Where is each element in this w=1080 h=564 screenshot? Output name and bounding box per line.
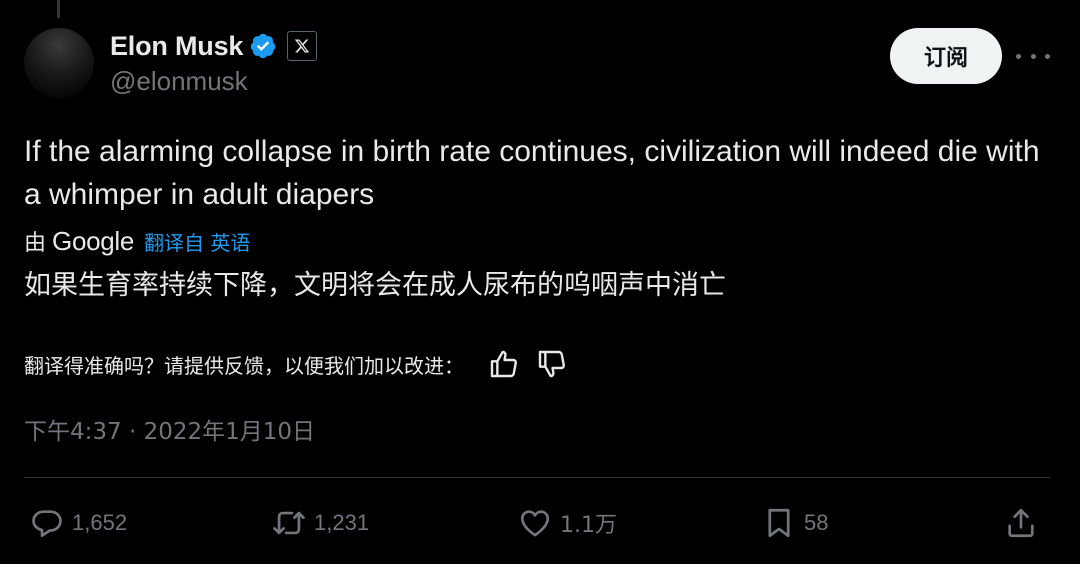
thumbs-up-icon[interactable] [488,348,520,380]
repost-icon [273,511,305,535]
translation-attribution: 由 Google 翻译自 英语 [24,224,250,258]
repost-button[interactable]: 1,231 [272,502,369,544]
subscribe-button[interactable]: 订阅 [890,28,1002,84]
share-button[interactable] [1004,502,1038,544]
thread-connector-line [57,0,60,18]
bookmark-icon [768,508,790,538]
like-button[interactable]: 1.1万 [518,502,617,544]
google-logo: Google [52,225,135,256]
thumbs-down-icon[interactable] [536,348,568,380]
translated-from-link[interactable]: 翻译自 英语 [144,227,250,256]
bookmark-count: 58 [804,510,829,535]
repost-count: 1,231 [314,510,370,535]
translated-by-label: 由 [24,231,47,256]
like-count: 1.1万 [560,513,617,538]
reply-button[interactable]: 1,652 [30,502,127,544]
tweet-timestamp[interactable]: 下午4:37 · 2022年1月10日 [24,412,315,446]
more-icon[interactable] [1016,46,1050,66]
reply-icon [32,510,62,537]
author-handle[interactable]: @elonmusk [110,66,248,97]
author-display-name[interactable]: Elon Musk [110,31,243,62]
avatar[interactable] [24,28,94,98]
translation-feedback: 翻译得准确吗？请提供反馈，以便我们加以改进： [24,346,568,382]
x-logo-icon [287,31,318,61]
author-name-row: Elon Musk [110,28,318,64]
reply-count: 1,652 [72,510,128,535]
tweet-text: If the alarming collapse in birth rate c… [24,135,1040,211]
divider [24,477,1050,478]
like-icon [520,510,550,537]
bookmark-button[interactable]: 58 [762,502,828,544]
feedback-prompt: 翻译得准确吗？请提供反馈，以便我们加以改进： [24,353,464,378]
verified-badge-icon[interactable] [249,32,277,60]
share-icon [1008,508,1034,538]
translated-tweet-text: 如果生育率持续下降，文明将会在成人尿布的呜咽声中消亡 [24,270,726,301]
